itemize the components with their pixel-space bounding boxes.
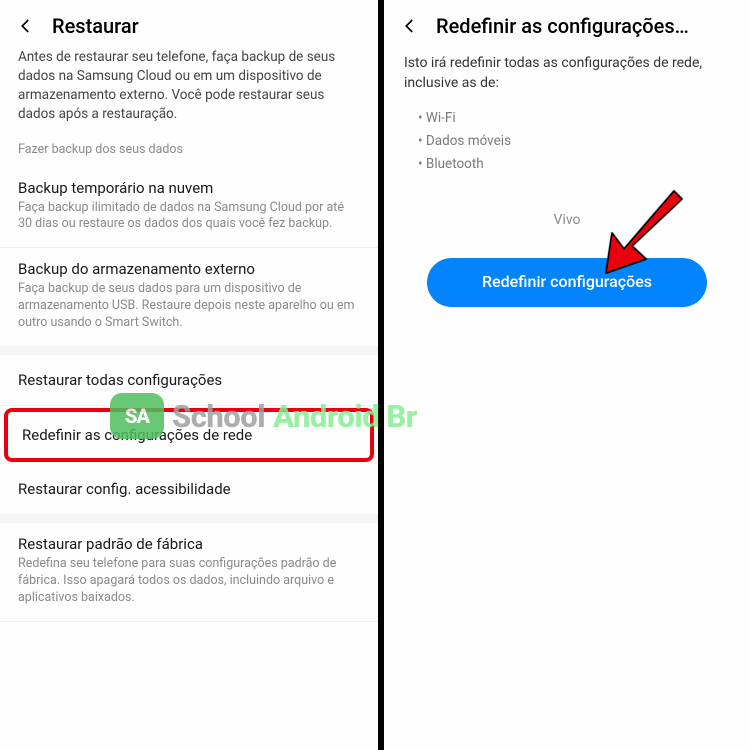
page-title: Restaurar (52, 14, 139, 38)
carrier-label: Vivo (384, 194, 750, 258)
item-desc: Faça backup ilimitado de dados na Samsun… (18, 200, 360, 234)
bullet-list: • Wi-Fi • Dados móveis • Bluetooth (384, 107, 750, 194)
bullet-mobile-data: • Dados móveis (404, 130, 730, 153)
intro-text: Isto irá redefinir todas as configuraçõe… (384, 48, 750, 107)
cta-container: Redefinir configurações (384, 258, 750, 307)
page-title: Redefinir as configurações… (436, 14, 689, 38)
highlight-annotation: Redefinir as configurações de rede (4, 408, 374, 462)
section-label: Fazer backup dos seus dados (0, 136, 378, 167)
item-desc: Redefina seu telefone para suas configur… (18, 556, 360, 607)
item-title: Redefinir as configurações de rede (22, 426, 356, 444)
bullet-wifi: • Wi-Fi (404, 107, 730, 130)
item-factory-reset[interactable]: Restaurar padrão de fábrica Redefina seu… (0, 523, 378, 622)
item-reset-network[interactable]: Redefinir as configurações de rede (8, 412, 370, 458)
header-right: Redefinir as configurações… (384, 0, 750, 48)
item-external-backup[interactable]: Backup do armazenamento externo Faça bac… (0, 248, 378, 347)
back-icon[interactable] (16, 16, 36, 36)
item-title: Restaurar config. acessibilidade (18, 480, 360, 498)
section-gap (0, 515, 378, 523)
header-left: Restaurar (0, 0, 378, 48)
item-title: Restaurar padrão de fábrica (18, 535, 360, 553)
item-title: Restaurar todas configurações (18, 371, 360, 389)
item-restore-all[interactable]: Restaurar todas configurações (0, 355, 378, 406)
item-cloud-backup[interactable]: Backup temporário na nuvem Faça backup i… (0, 167, 378, 249)
intro-text: Antes de restaurar seu telefone, faça ba… (0, 48, 378, 136)
item-desc: Faça backup de seus dados para um dispos… (18, 281, 360, 332)
back-icon[interactable] (400, 16, 420, 36)
item-accessibility[interactable]: Restaurar config. acessibilidade (0, 464, 378, 515)
item-title: Backup temporário na nuvem (18, 179, 360, 197)
reset-settings-button[interactable]: Redefinir configurações (427, 258, 707, 307)
item-title: Backup do armazenamento externo (18, 260, 360, 278)
bullet-bluetooth: • Bluetooth (404, 153, 730, 176)
section-gap (0, 347, 378, 355)
